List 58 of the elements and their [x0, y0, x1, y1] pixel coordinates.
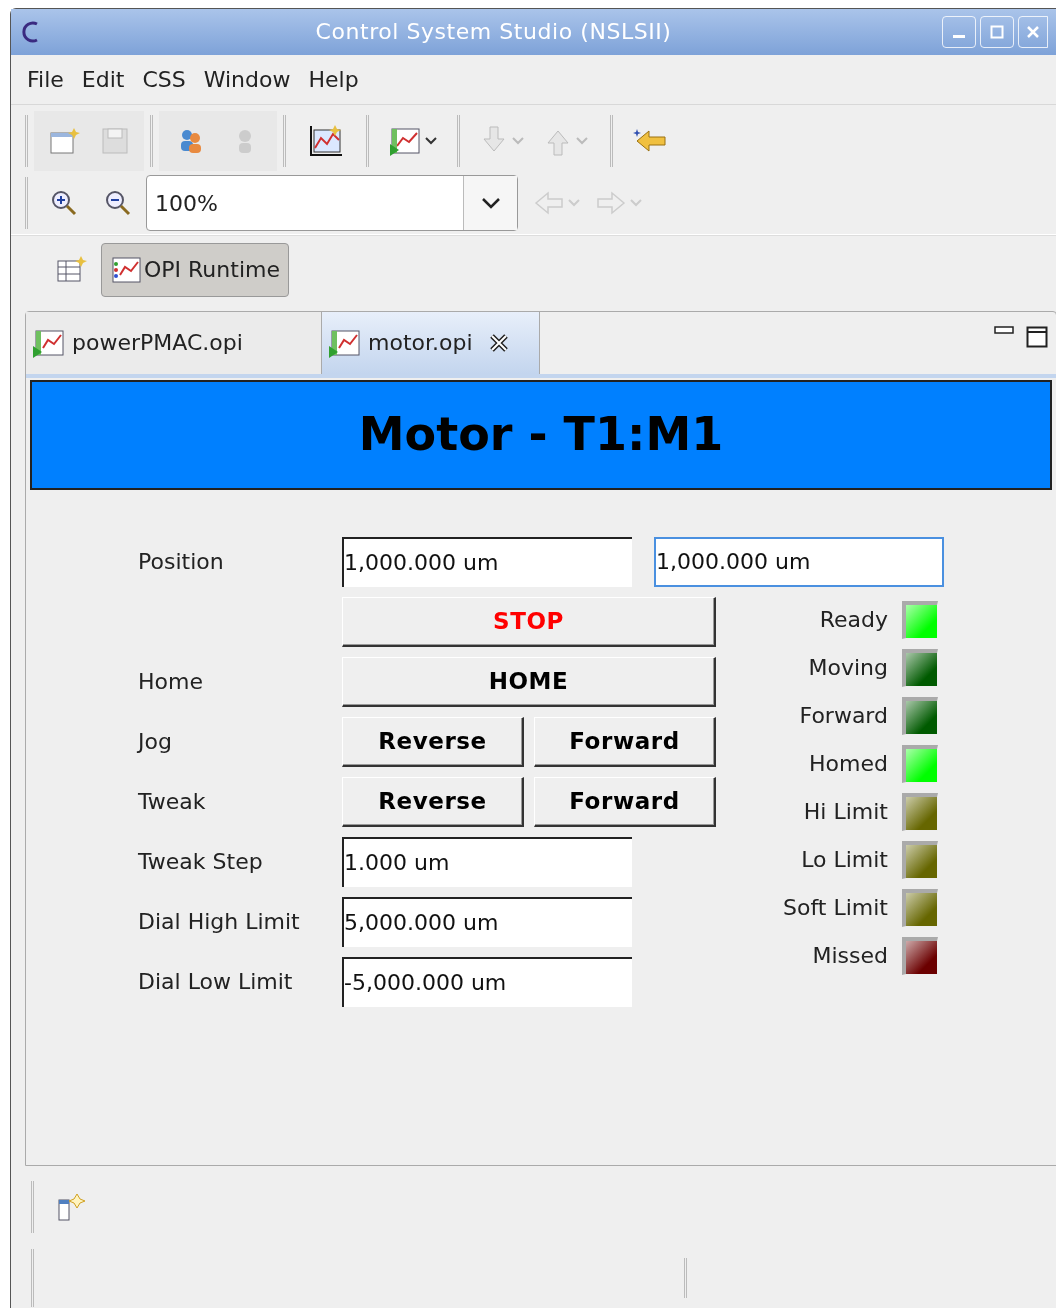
new-view-icon[interactable]	[56, 1192, 86, 1223]
close-icon	[1026, 25, 1040, 39]
led-label: Hi Limit	[803, 798, 888, 827]
open-perspective-icon[interactable]	[55, 254, 87, 285]
value-field[interactable]: 5,000.000 um	[342, 896, 632, 947]
minimize-button[interactable]	[942, 16, 976, 48]
field-label: Dial High Limit	[138, 908, 301, 937]
menu-item[interactable]: CSS	[138, 62, 190, 96]
opi-file-icon	[32, 327, 66, 358]
display-header: Motor - T1:M1	[30, 379, 1052, 490]
menu-item[interactable]: Edit	[77, 62, 129, 96]
zoom-combo[interactable]: 100%	[146, 175, 518, 232]
field-label: Position	[138, 548, 225, 577]
minimize-icon	[953, 35, 965, 39]
menu-item[interactable]: Window	[199, 62, 295, 96]
led-label: Soft Limit	[783, 894, 888, 923]
minimize-icon[interactable]	[994, 325, 1014, 336]
action-button[interactable]: Forward	[534, 776, 716, 827]
field-label: Dial Low Limit	[138, 968, 294, 997]
value-field[interactable]: -5,000.000 um	[342, 956, 632, 1007]
led-label: Missed	[812, 942, 888, 971]
close-button[interactable]	[1018, 16, 1048, 48]
action-button[interactable]: Forward	[534, 716, 716, 767]
new-file-icon[interactable]	[48, 126, 80, 155]
menu-item[interactable]: Help	[304, 62, 363, 96]
led-label: Forward	[799, 702, 888, 731]
opi-dropdown-icon[interactable]	[389, 125, 437, 156]
close-icon[interactable]	[488, 332, 509, 353]
perspective-button[interactable]: OPI Runtime	[101, 242, 289, 297]
led-label: Ready	[819, 606, 888, 635]
opi-file-icon	[328, 327, 362, 358]
field-label: Tweak Step	[138, 848, 264, 877]
window-title: Control System Studio (NSLSII)	[314, 18, 673, 47]
led-label: Lo Limit	[801, 846, 888, 875]
value-field[interactable]: 1.000 um	[342, 836, 632, 887]
zoom-in-icon[interactable]	[50, 189, 78, 218]
field-label: Tweak	[138, 788, 207, 817]
led-label: Moving	[808, 654, 888, 683]
chart-icon[interactable]	[308, 123, 344, 158]
save-icon[interactable]	[100, 125, 130, 156]
opi-icon	[110, 254, 142, 285]
editor-tab[interactable]: motor.opi	[322, 311, 540, 374]
menu-item[interactable]: File	[23, 62, 68, 96]
maximize-icon[interactable]	[1026, 325, 1048, 348]
editor-tab[interactable]: powerPMAC.opi	[26, 311, 322, 374]
maximize-button[interactable]	[980, 16, 1014, 48]
field-label: Jog	[138, 728, 173, 757]
field-label: Home	[138, 668, 204, 697]
led-label: Homed	[809, 750, 888, 779]
maximize-icon	[990, 25, 1004, 39]
value-field[interactable]: 1,000.000 um	[654, 536, 944, 587]
action-button[interactable]: HOME	[342, 656, 716, 707]
chevron-down-icon	[480, 197, 501, 210]
value-field[interactable]: 1,000.000 um	[342, 536, 632, 587]
zoom-value: 100%	[154, 189, 219, 218]
action-button[interactable]: Reverse	[342, 776, 524, 827]
zoom-out-icon[interactable]	[104, 189, 132, 218]
action-button[interactable]: Reverse	[342, 716, 524, 767]
